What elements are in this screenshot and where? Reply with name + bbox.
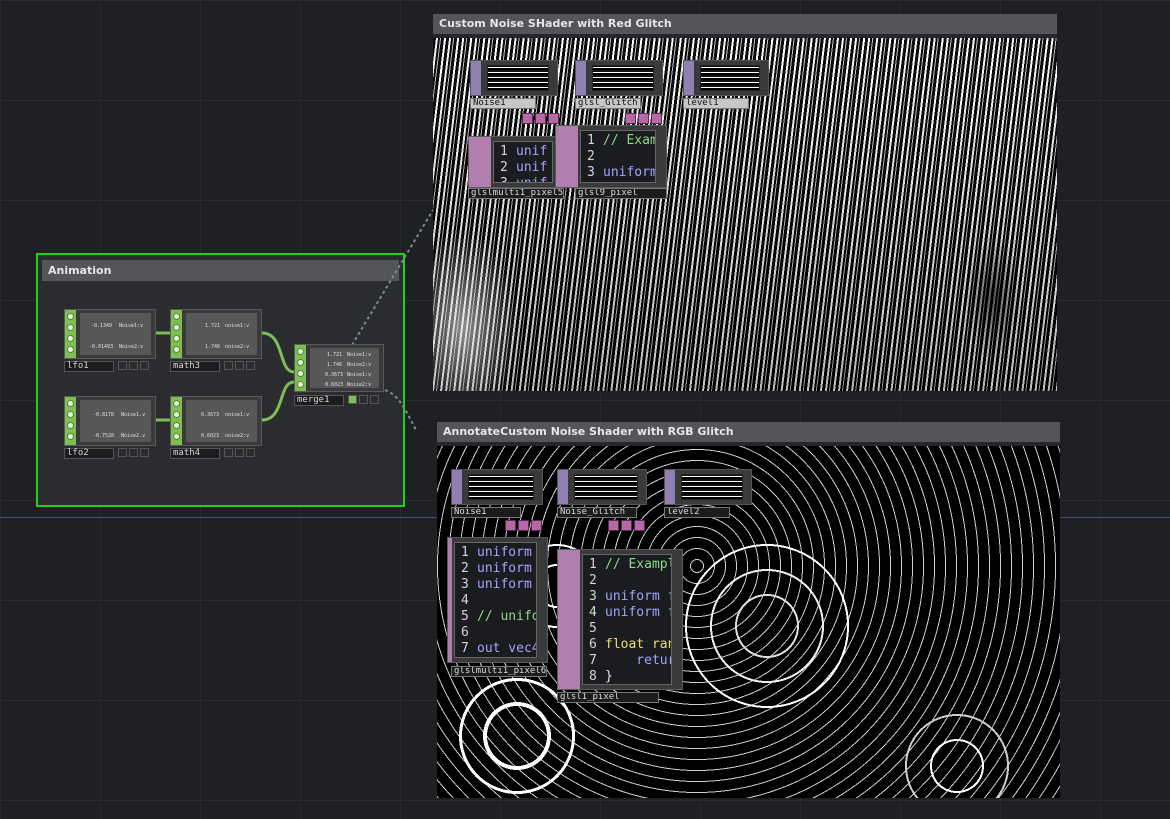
chop-merge1[interactable]: 1.721 Noise1:v 1.746 Noise2:v 0.3673 Noi… (294, 344, 384, 392)
chop-value: 1.721 (205, 323, 221, 329)
chop-value: 0.3673 (201, 412, 220, 418)
chop-label[interactable]: merge1 (294, 395, 344, 406)
chop-flags[interactable] (224, 448, 255, 459)
chop-flags[interactable] (224, 361, 255, 372)
chop-value: 0.3673 (325, 372, 344, 378)
chop-label[interactable]: lfo2 (64, 448, 114, 459)
chop-lfo2[interactable]: -0.8178 Noise1.v -0.7528 Noise2.v (64, 396, 156, 446)
chop-flags[interactable] (118, 448, 149, 459)
chop-channel-name: Noise2:v (119, 344, 144, 350)
chop-channel-name: Noise2:v (347, 362, 372, 368)
chop-label[interactable]: math3 (170, 361, 220, 372)
chop-channel-name: Noise1.v (121, 412, 146, 418)
chop-math3[interactable]: 1.721 noise1:v 1.746 noise2:v (170, 309, 262, 359)
chop-lfo1[interactable]: -0.1349 Noise1:v -0.01493 Noise2:v (64, 309, 156, 359)
chop-input-strip (65, 310, 76, 358)
chop-channel-name: Noise2.v (121, 433, 146, 439)
wire-merge1-rgb-glitch (384, 389, 417, 431)
chop-input-strip (171, 397, 182, 445)
chop-channel-name: noise2:v (225, 344, 250, 350)
chop-input-strip (65, 397, 76, 445)
wire-math3-merge1 (261, 331, 295, 374)
chop-value: 1.746 (205, 344, 221, 350)
wire-math4-merge1 (261, 380, 295, 422)
chop-value: -0.1349 (91, 323, 113, 329)
wire-merge1-red-glitch (351, 209, 434, 346)
chop-channel-name: Noise1:v (119, 323, 144, 329)
chop-channel-name: noise1:v (225, 323, 250, 329)
chop-flags[interactable] (348, 395, 379, 406)
chop-flags[interactable] (118, 361, 149, 372)
chop-channel-name: noise1:v (225, 412, 250, 418)
chop-channel-name: Noise2:v (347, 382, 372, 388)
chop-channel-name: Noise1:v (347, 352, 372, 358)
chop-value: -0.01493 (89, 344, 114, 350)
chop-value: -0.8178 (93, 412, 115, 418)
chop-value: 0.6023 (201, 433, 220, 439)
chop-value: 1.721 (327, 352, 343, 358)
chop-value: 1.746 (327, 362, 343, 368)
chop-input-strip (171, 310, 182, 358)
chop-label[interactable]: math4 (170, 448, 220, 459)
chop-value: -0.7528 (93, 433, 115, 439)
chop-label[interactable]: lfo1 (64, 361, 114, 372)
chop-math4[interactable]: 0.3673 noise1:v 0.6023 noise2:v (170, 396, 262, 446)
chop-channel-name: Noise1:v (347, 372, 372, 378)
chop-value: 0.6023 (325, 382, 344, 388)
chop-input-strip (295, 345, 306, 391)
chop-channel-name: noise2:v (225, 433, 250, 439)
